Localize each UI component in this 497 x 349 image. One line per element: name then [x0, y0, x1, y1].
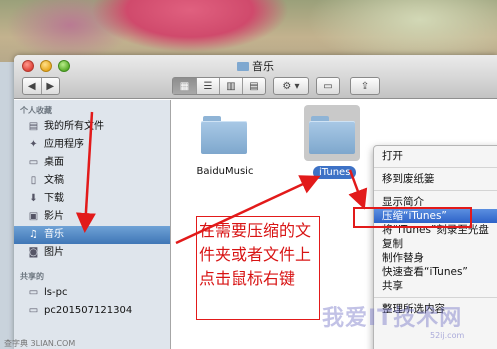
sidebar-item-label: ls-pc	[44, 287, 68, 298]
share-icon: ⇪	[360, 80, 370, 92]
desktop-wallpaper	[0, 0, 497, 62]
shared-header: 共享的	[20, 272, 44, 281]
sidebar-item-applications[interactable]: ✦ 应用程序	[14, 136, 170, 154]
window-title-text: 音乐	[252, 60, 274, 73]
menu-item-make-alias[interactable]: 制作替身	[374, 251, 497, 265]
compress-highlight-box	[353, 207, 472, 228]
share-button[interactable]: ⇪	[350, 77, 380, 95]
favorites-header: 个人收藏	[20, 106, 52, 115]
menu-item-open[interactable]: 打开	[374, 149, 497, 163]
menu-item-duplicate[interactable]: 复制	[374, 237, 497, 251]
sidebar-item-music[interactable]: ♫ 音乐	[14, 226, 170, 244]
watermark-url: 52ij.com	[430, 331, 465, 340]
view-mode-switcher: ▦ ☰ ▥ ▤	[172, 77, 266, 95]
menu-separator	[374, 297, 497, 298]
folder-body	[201, 121, 247, 154]
all-files-icon: ▤	[28, 121, 39, 132]
list-view-button[interactable]: ☰	[197, 78, 220, 94]
sidebar-item-label: 下载	[44, 193, 64, 204]
arrange-icon: ▭	[323, 80, 333, 92]
title-bar: 音乐 ◀ ▶ ▦ ☰ ▥ ▤ ⚙ ▾ ▭ ⇪	[14, 55, 497, 99]
forward-button[interactable]: ▶	[42, 78, 60, 94]
menu-item-quick-look[interactable]: 快速查看“iTunes”	[374, 265, 497, 279]
nav-buttons: ◀ ▶	[22, 77, 60, 95]
folder-itunes[interactable]	[309, 116, 355, 154]
sidebar-item-all-files[interactable]: ▤ 我的所有文件	[14, 118, 170, 136]
column-view-button[interactable]: ▥	[220, 78, 243, 94]
sidebar-item-downloads[interactable]: ⬇ 下载	[14, 190, 170, 208]
documents-icon: ▯	[30, 175, 37, 186]
movies-icon: ▣	[28, 211, 39, 222]
menu-separator	[374, 167, 497, 168]
sidebar-item-label: 图片	[44, 247, 64, 258]
downloads-icon: ⬇	[29, 193, 38, 204]
file-name-baidumusic[interactable]: BaiduMusic	[190, 166, 260, 177]
sidebar-item-pc201507121304[interactable]: ▭ pc201507121304	[14, 302, 170, 320]
menu-separator	[374, 190, 497, 191]
window-title: 音乐	[14, 58, 497, 74]
watermark-text: 我爱IT技术网	[322, 306, 463, 331]
annotation-text: 在需要压缩的文件夹或者文件上点击鼠标右键	[199, 221, 312, 288]
icon-view-button[interactable]: ▦	[173, 78, 197, 94]
sidebar-item-pictures[interactable]: ◙ 图片	[14, 244, 170, 262]
folder-baidumusic[interactable]	[201, 116, 247, 154]
sidebar: 个人收藏 ▤ 我的所有文件 ✦ 应用程序 ▭ 桌面 ▯ 文稿 ⬇ 下载 ▣ 影片…	[14, 100, 171, 349]
arrange-button[interactable]: ▭	[316, 77, 340, 95]
sidebar-item-label: 音乐	[44, 229, 64, 240]
folder-icon	[237, 62, 249, 71]
desktop-icon: ▭	[28, 157, 39, 168]
file-name-itunes[interactable]: iTunes	[313, 166, 357, 179]
sidebar-item-label: 我的所有文件	[44, 121, 104, 132]
applications-icon: ✦	[29, 139, 38, 150]
action-menu-button[interactable]: ⚙ ▾	[273, 77, 309, 95]
watermark-source: 查字典 3LIAN.COM	[4, 339, 76, 348]
back-button[interactable]: ◀	[23, 78, 42, 94]
sidebar-item-label: 桌面	[44, 157, 64, 168]
computer-icon: ▭	[28, 287, 39, 298]
sidebar-item-movies[interactable]: ▣ 影片	[14, 208, 170, 226]
menu-item-share[interactable]: 共享	[374, 279, 497, 293]
sidebar-item-documents[interactable]: ▯ 文稿	[14, 172, 170, 190]
sidebar-item-desktop[interactable]: ▭ 桌面	[14, 154, 170, 172]
sidebar-item-label: pc201507121304	[44, 305, 133, 316]
sidebar-item-label: 文稿	[44, 175, 64, 186]
gear-icon: ⚙ ▾	[282, 80, 300, 92]
sidebar-item-ls-pc[interactable]: ▭ ls-pc	[14, 284, 170, 302]
computer-icon: ▭	[28, 305, 39, 316]
music-icon: ♫	[29, 229, 38, 240]
annotation-box: 在需要压缩的文件夹或者文件上点击鼠标右键	[196, 216, 320, 320]
coverflow-view-button[interactable]: ▤	[243, 78, 265, 94]
sidebar-item-label: 应用程序	[44, 139, 84, 150]
menu-item-move-to-trash[interactable]: 移到废纸篓	[374, 172, 497, 186]
folder-body	[309, 121, 355, 154]
pictures-icon: ◙	[28, 247, 39, 258]
sidebar-item-label: 影片	[44, 211, 64, 222]
